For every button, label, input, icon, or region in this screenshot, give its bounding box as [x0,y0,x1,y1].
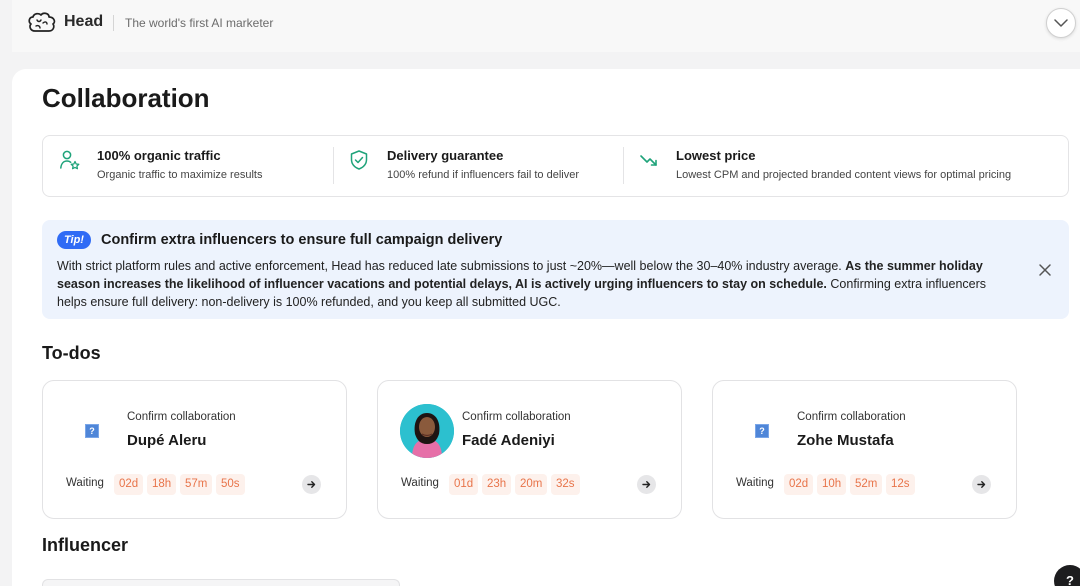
feature-title: Lowest price [676,148,756,163]
waiting-label: Waiting [736,477,774,489]
todo-subtitle: Confirm collaboration [127,411,236,423]
trend-down-icon [640,155,657,166]
countdown-hours: 10h [817,474,847,495]
countdown-hours: 18h [147,474,177,495]
countdown-minutes: 52m [850,474,883,495]
tip-badge: Tip! [57,231,91,249]
todo-subtitle: Confirm collaboration [462,411,571,423]
countdown-hours: 23h [482,474,512,495]
feature-lowest-price: Lowest price Lowest CPM and projected br… [624,136,1068,196]
feature-delivery-guarantee: Delivery guarantee 100% refund if influe… [334,136,623,196]
broken-image-icon: ? [755,424,769,438]
feature-description: Organic traffic to maximize results [97,169,263,181]
brand-tagline: The world's first AI marketer [125,16,274,30]
countdown-seconds: 50s [216,474,245,495]
open-todo-button[interactable] [972,475,991,494]
avatar: ? [65,404,119,458]
waiting-label: Waiting [401,477,439,489]
influencer-name: Zohe Mustafa [797,432,894,449]
brain-logo-icon[interactable] [27,11,57,35]
open-todo-button[interactable] [302,475,321,494]
influencer-section-title: Influencer [42,535,129,555]
todo-card[interactable]: Confirm collaboration Fadé Adeniyi Waiti… [377,380,682,519]
top-bar: Head The world's first AI marketer [12,0,1080,52]
countdown-minutes: 57m [180,474,213,495]
tip-body: With strict platform rules and active en… [57,257,1012,311]
avatar [400,404,454,458]
countdown-seconds: 32s [551,474,580,495]
influencer-name: Fadé Adeniyi [462,432,555,449]
arrow-right-icon [307,481,316,488]
todo-card[interactable]: ? Confirm collaboration Zohe Mustafa Wai… [712,380,1017,519]
countdown-days: 01d [449,474,479,495]
arrow-right-icon [977,481,986,488]
todos-section-title: To-dos [42,343,101,363]
main-panel: Collaboration 100% organic traffic Organ… [12,69,1080,586]
waiting-label: Waiting [66,477,104,489]
influencer-tab-bar[interactable] [42,579,400,586]
page-title: Collaboration [42,83,210,113]
avatar-photo [400,404,454,458]
tip-title: Confirm extra influencers to ensure full… [101,232,503,248]
feature-strip: 100% organic traffic Organic traffic to … [42,135,1069,197]
feature-title: 100% organic traffic [97,148,221,163]
user-star-icon [60,150,80,170]
close-icon[interactable] [1037,262,1053,278]
tip-body-text: With strict platform rules and active en… [57,259,842,273]
feature-title: Delivery guarantee [387,148,504,163]
arrow-right-icon [642,481,651,488]
brand-name[interactable]: Head [64,13,103,31]
influencer-name: Dupé Aleru [127,432,207,449]
countdown-seconds: 12s [886,474,915,495]
countdown-days: 02d [784,474,814,495]
tip-banner: Tip! Confirm extra influencers to ensure… [42,220,1069,319]
brand-divider [113,15,114,31]
feature-organic-traffic: 100% organic traffic Organic traffic to … [43,136,333,196]
chevron-down-icon [1054,18,1068,27]
todo-subtitle: Confirm collaboration [797,411,906,423]
broken-image-icon: ? [85,424,99,438]
feature-description: 100% refund if influencers fail to deliv… [387,169,579,181]
shield-check-icon [350,150,368,170]
account-dropdown-button[interactable] [1046,8,1076,38]
feature-description: Lowest CPM and projected branded content… [676,169,1012,181]
countdown-minutes: 20m [515,474,548,495]
countdown-days: 02d [114,474,144,495]
open-todo-button[interactable] [637,475,656,494]
avatar: ? [735,404,789,458]
todo-card[interactable]: ? Confirm collaboration Dupé Aleru Waiti… [42,380,347,519]
